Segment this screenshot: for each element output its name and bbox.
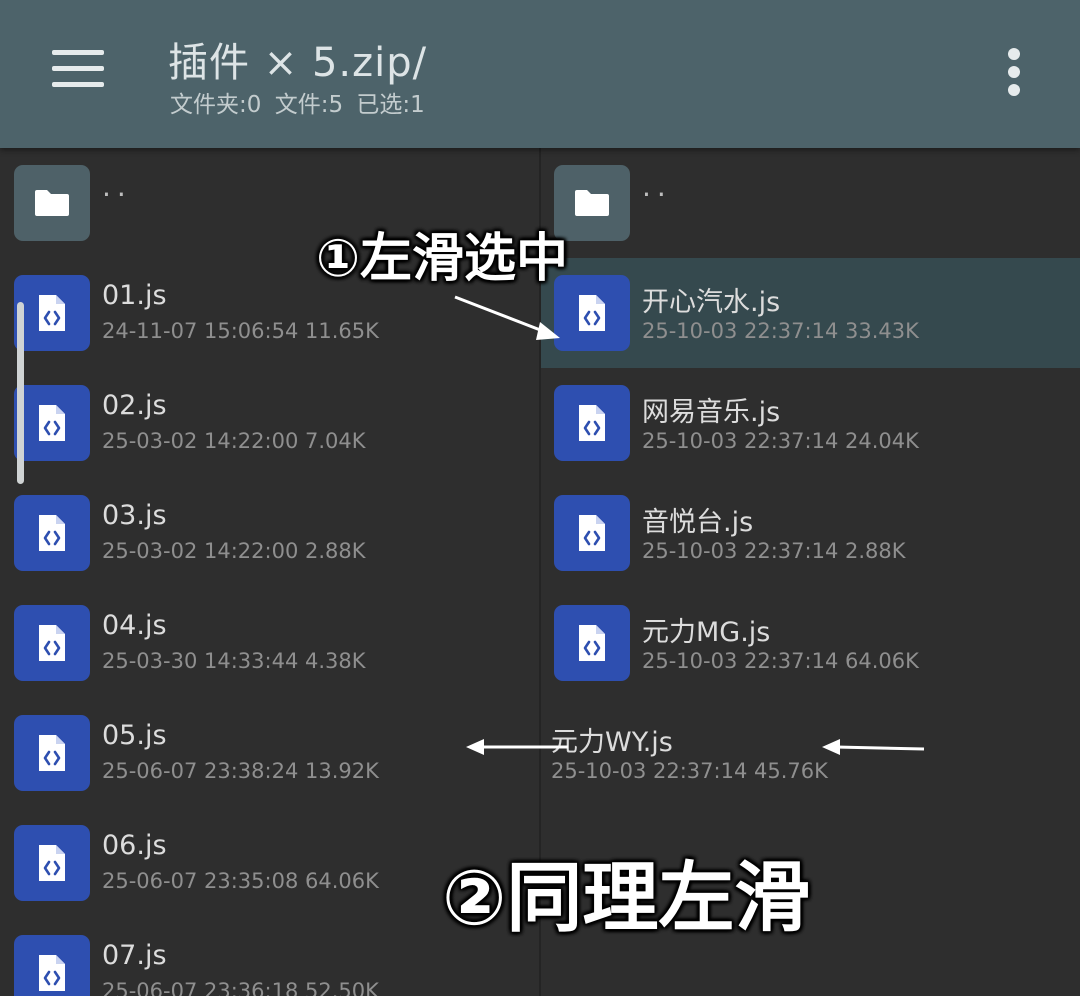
swipe-arrow-1 bbox=[454, 295, 560, 340]
swipe-arrows bbox=[454, 295, 925, 755]
swipe-arrow-3 bbox=[822, 739, 925, 755]
swipe-arrow-2 bbox=[466, 739, 568, 755]
